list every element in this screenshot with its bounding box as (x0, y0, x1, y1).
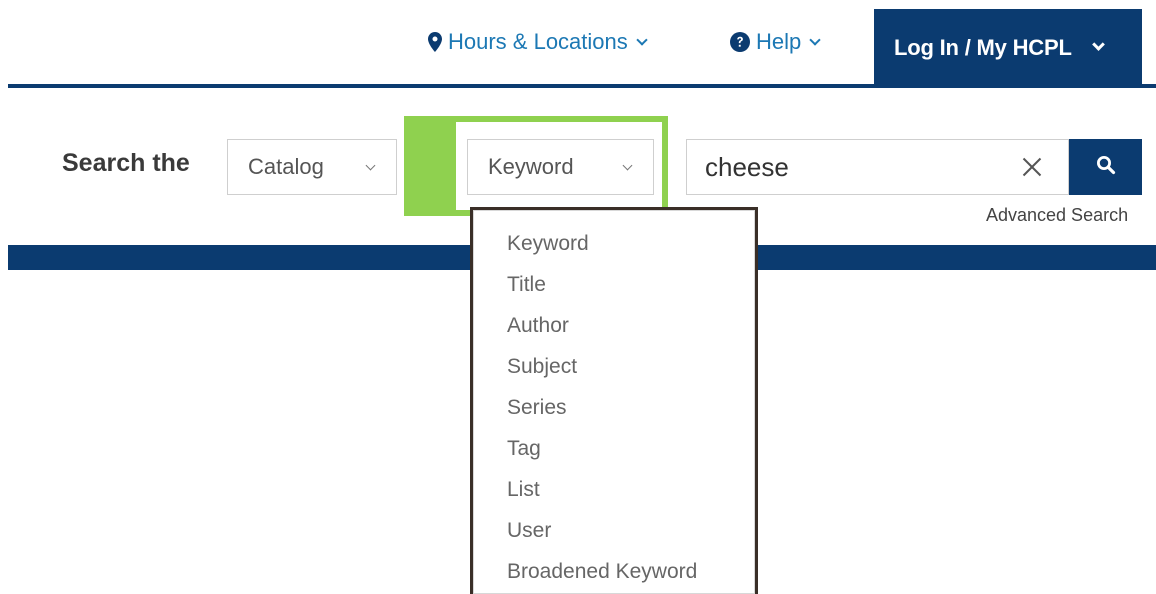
dropdown-option-keyword[interactable]: Keyword (474, 223, 754, 264)
dropdown-option-series[interactable]: Series (474, 387, 754, 428)
dropdown-option-title[interactable]: Title (474, 264, 754, 305)
search-input[interactable] (687, 140, 1007, 194)
dropdown-option-subject[interactable]: Subject (474, 346, 754, 387)
page: Hours & Locations Help Log In / My HCPL … (0, 0, 1156, 594)
help-link[interactable]: Help (730, 26, 821, 58)
hours-locations-label: Hours & Locations (448, 29, 628, 54)
chevron-down-icon (809, 33, 821, 46)
dropdown-option-list[interactable]: List (474, 469, 754, 510)
chevron-down-icon (622, 160, 633, 171)
help-label: Help (756, 29, 802, 54)
hours-locations-link[interactable]: Hours & Locations (428, 26, 648, 58)
dropdown-option-author[interactable]: Author (474, 305, 754, 346)
search-button[interactable] (1069, 139, 1142, 195)
chevron-down-icon (636, 33, 648, 46)
search-icon (1096, 155, 1116, 180)
search-field-dropdown: Keyword Title Author Subject Series Tag … (473, 210, 755, 594)
close-icon[interactable] (1020, 155, 1044, 179)
login-button[interactable]: Log In / My HCPL (874, 9, 1142, 86)
dropdown-option-broadened-keyword[interactable]: Broadened Keyword (474, 551, 754, 592)
advanced-search-link[interactable]: Advanced Search (986, 205, 1128, 226)
search-field-value: Keyword (488, 154, 574, 179)
search-scope-value: Catalog (248, 154, 324, 179)
search-field-select[interactable]: Keyword (467, 139, 654, 195)
chevron-down-icon (365, 160, 376, 171)
search-label: Search the (62, 149, 190, 177)
question-circle-icon (730, 32, 750, 52)
search-scope-select[interactable]: Catalog (227, 139, 397, 195)
nav-divider (8, 84, 1156, 88)
chevron-down-icon (1091, 38, 1105, 51)
dropdown-option-tag[interactable]: Tag (474, 428, 754, 469)
dropdown-option-user[interactable]: User (474, 510, 754, 551)
highlight-marker (404, 116, 456, 216)
map-pin-icon (428, 32, 442, 52)
search-input-wrapper (686, 139, 1069, 195)
login-label: Log In / My HCPL (894, 34, 1072, 60)
